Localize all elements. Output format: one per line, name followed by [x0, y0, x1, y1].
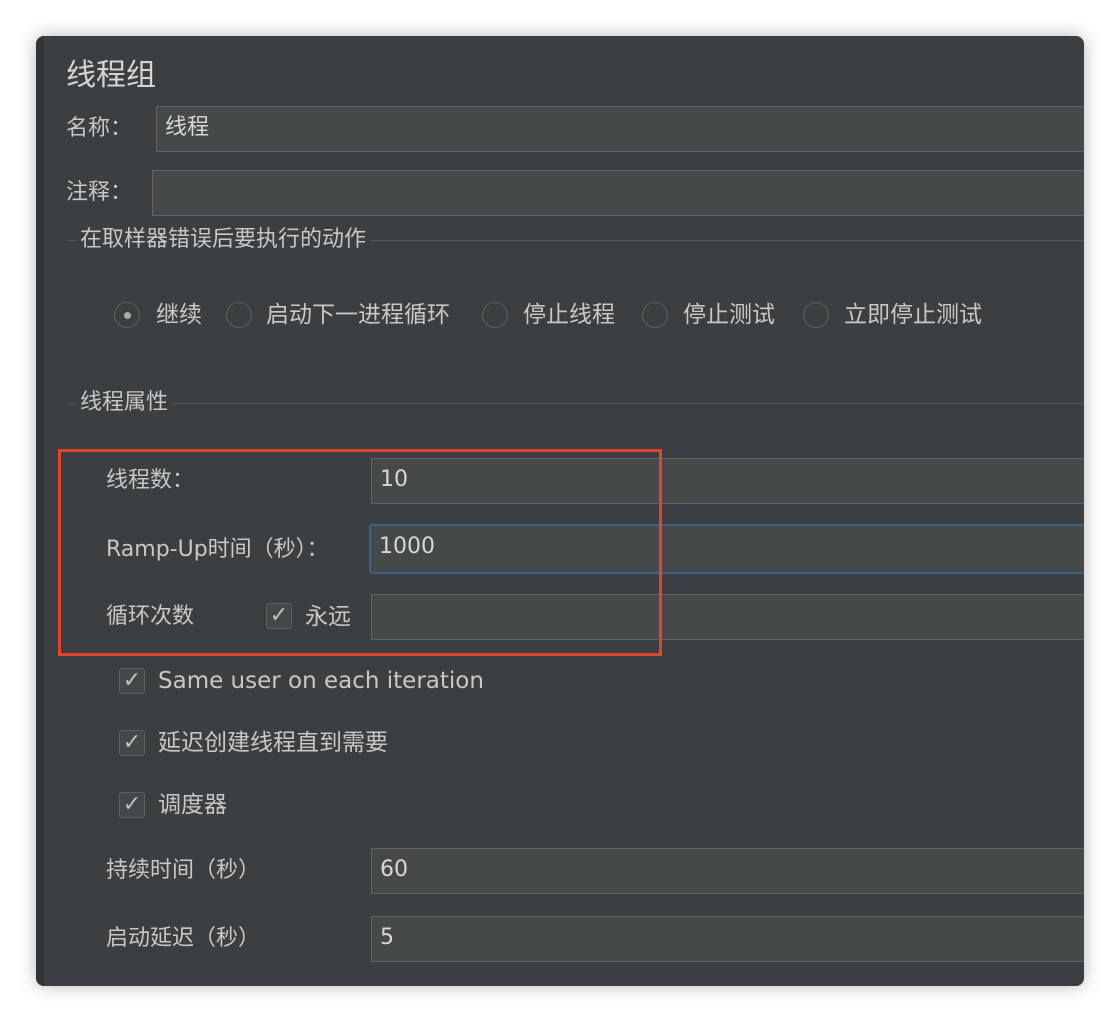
loop-count-label: 循环次数	[106, 604, 195, 629]
duration-input[interactable]: 60	[371, 848, 1084, 894]
left-gutter	[36, 36, 44, 986]
radio-stop-thread[interactable]	[482, 302, 508, 328]
radio-selected-dot	[124, 312, 131, 319]
radio-start-next-loop[interactable]	[226, 302, 252, 328]
page-title: 线程组	[66, 58, 156, 93]
duration-label: 持续时间（秒）	[106, 858, 261, 883]
comment-input[interactable]	[152, 170, 1084, 216]
check-icon: ✓	[122, 792, 142, 817]
delay-create-checkbox[interactable]: ✓	[119, 730, 145, 756]
loop-count-input[interactable]	[371, 594, 1084, 640]
check-icon: ✓	[269, 603, 289, 628]
radio-stop-test[interactable]	[642, 302, 668, 328]
sampler-error-section-title: 在取样器错误后要执行的动作	[76, 225, 371, 255]
radio-label-continue: 继续	[156, 302, 202, 328]
section-divider	[68, 403, 1084, 404]
radio-label-stop-thread: 停止线程	[523, 302, 615, 328]
name-input[interactable]: 线程	[156, 106, 1084, 152]
same-user-label: Same user on each iteration	[158, 668, 484, 694]
same-user-checkbox[interactable]: ✓	[119, 668, 145, 694]
thread-group-panel: 线程组 名称： 线程 注释： 在取样器错误后要执行的动作 继续 启动下一进程循环…	[36, 36, 1084, 986]
thread-props-section-title: 线程属性	[76, 388, 173, 418]
name-label: 名称：	[66, 116, 133, 141]
radio-label-stop-test: 停止测试	[683, 302, 775, 328]
comment-label: 注释：	[66, 180, 133, 205]
forever-checkbox[interactable]: ✓	[266, 603, 292, 629]
radio-label-stop-test-now: 立即停止测试	[844, 302, 982, 328]
startup-delay-input[interactable]: 5	[371, 916, 1084, 962]
check-icon: ✓	[122, 730, 142, 755]
scheduler-label: 调度器	[158, 792, 227, 818]
radio-stop-test-now[interactable]	[803, 302, 829, 328]
num-threads-input[interactable]: 10	[371, 458, 1084, 504]
check-icon: ✓	[122, 668, 142, 693]
delay-create-label: 延迟创建线程直到需要	[158, 730, 388, 756]
forever-label: 永远	[305, 604, 351, 630]
scheduler-checkbox[interactable]: ✓	[119, 792, 145, 818]
ramp-up-input[interactable]: 1000	[369, 524, 1084, 574]
num-threads-label: 线程数：	[106, 468, 195, 493]
radio-label-start-next-loop: 启动下一进程循环	[266, 302, 450, 328]
ramp-up-label: Ramp-Up时间（秒）：	[106, 537, 329, 562]
radio-continue[interactable]	[114, 302, 140, 328]
startup-delay-label: 启动延迟（秒）	[106, 926, 261, 951]
